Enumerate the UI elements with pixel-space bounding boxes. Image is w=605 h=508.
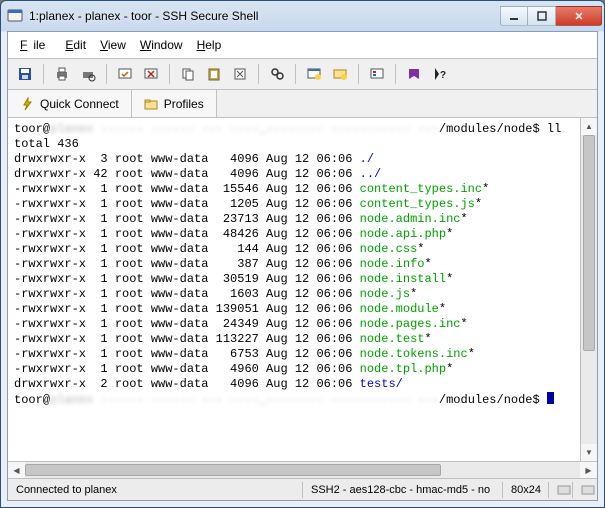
scroll-track[interactable] — [581, 135, 597, 444]
folder-icon — [144, 97, 158, 111]
separator — [106, 64, 107, 84]
status-cipher: SSH2 - aes128-cbc - hmac-md5 - no — [303, 482, 503, 498]
separator — [169, 64, 170, 84]
menu-window[interactable]: Window — [134, 36, 189, 54]
terminal[interactable]: toor@planex ------ ------ --- ----_-----… — [8, 118, 580, 461]
menu-help[interactable]: Help — [191, 36, 228, 54]
menu-view[interactable]: View — [94, 36, 132, 54]
separator — [43, 64, 44, 84]
disconnect-button[interactable] — [140, 63, 162, 85]
connect-button[interactable] — [114, 63, 136, 85]
svg-text:?: ? — [440, 70, 446, 81]
new-terminal-button[interactable] — [303, 63, 325, 85]
quick-connect-label: Quick Connect — [40, 97, 119, 111]
context-help-button[interactable]: ? — [429, 63, 451, 85]
profiles-label: Profiles — [164, 97, 204, 111]
app-window: 1:planex - planex - toor - SSH Secure Sh… — [0, 0, 605, 508]
profiles-button[interactable]: Profiles — [132, 90, 217, 117]
quickbar: Quick Connect Profiles — [8, 90, 597, 118]
client-area: File Edit View Window Help — [7, 31, 598, 501]
separator — [258, 64, 259, 84]
horizontal-scrollbar[interactable]: ◀ ▶ — [8, 461, 597, 478]
find-button[interactable] — [266, 63, 288, 85]
scroll-thumb-h[interactable] — [25, 464, 441, 476]
separator — [395, 64, 396, 84]
separator — [358, 64, 359, 84]
separator — [295, 64, 296, 84]
status-connection: Connected to planex — [8, 482, 303, 498]
save-button[interactable] — [14, 63, 36, 85]
titlebar[interactable]: 1:planex - planex - toor - SSH Secure Sh… — [1, 1, 604, 31]
window-controls — [500, 6, 602, 26]
lightning-icon — [20, 97, 34, 111]
copy-button[interactable] — [177, 63, 199, 85]
toolbar: ? — [8, 59, 597, 90]
status-icon-2 — [573, 482, 597, 498]
scroll-right-arrow-icon[interactable]: ▶ — [580, 462, 597, 478]
app-icon — [7, 8, 23, 24]
statusbar: Connected to planex SSH2 - aes128-cbc - … — [8, 478, 597, 500]
help-contents-button[interactable] — [403, 63, 425, 85]
print-button[interactable] — [51, 63, 73, 85]
quick-connect-button[interactable]: Quick Connect — [8, 90, 132, 117]
window-title: 1:planex - planex - toor - SSH Secure Sh… — [29, 9, 500, 23]
new-file-transfer-button[interactable] — [329, 63, 351, 85]
menubar: File Edit View Window Help — [8, 32, 597, 59]
maximize-button[interactable] — [528, 6, 556, 26]
settings-button[interactable] — [366, 63, 388, 85]
paste-button[interactable] — [203, 63, 225, 85]
close-button[interactable] — [556, 6, 602, 26]
print-preview-button[interactable] — [77, 63, 99, 85]
scroll-down-arrow-icon[interactable]: ▼ — [581, 444, 597, 461]
scroll-track-h[interactable] — [25, 462, 580, 478]
status-icon-1 — [549, 482, 573, 498]
status-size: 80x24 — [503, 482, 549, 498]
menu-edit[interactable]: Edit — [59, 36, 92, 54]
clear-button[interactable] — [229, 63, 251, 85]
scroll-thumb[interactable] — [583, 135, 595, 351]
scroll-left-arrow-icon[interactable]: ◀ — [8, 462, 25, 478]
scroll-up-arrow-icon[interactable]: ▲ — [581, 118, 597, 135]
menu-file[interactable]: File — [14, 36, 57, 54]
minimize-button[interactable] — [500, 6, 528, 26]
vertical-scrollbar[interactable]: ▲ ▼ — [580, 118, 597, 461]
terminal-area: toor@planex ------ ------ --- ----_-----… — [8, 118, 597, 461]
